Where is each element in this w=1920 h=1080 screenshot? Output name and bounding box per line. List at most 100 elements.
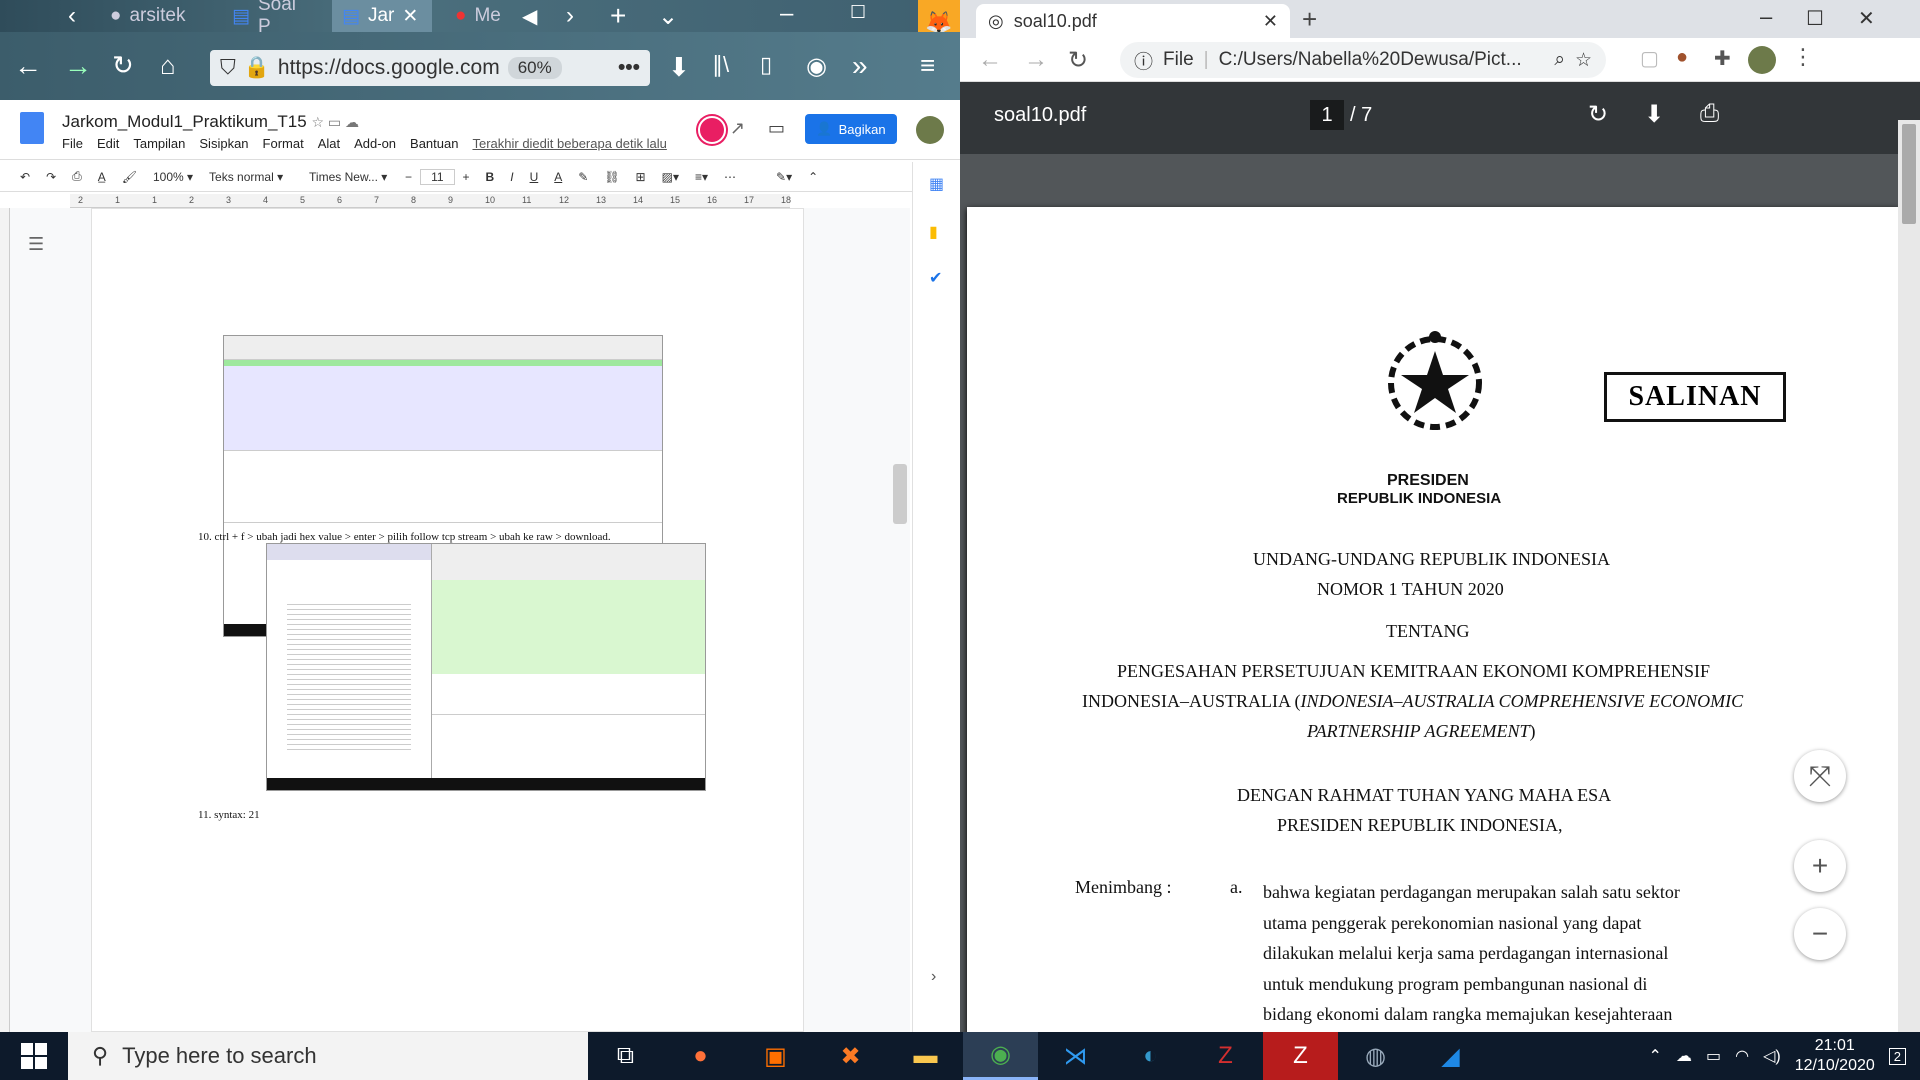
- font-select[interactable]: Times New... ▾: [301, 170, 397, 184]
- page-actions-icon[interactable]: •••: [618, 56, 640, 80]
- image-icon[interactable]: ▨▾: [654, 170, 687, 184]
- tasks-icon[interactable]: ✔: [929, 268, 942, 288]
- underline-icon[interactable]: U: [522, 170, 547, 184]
- comment-add-icon[interactable]: ⊞: [628, 170, 654, 184]
- menu-insert[interactable]: Sisipkan: [199, 136, 248, 151]
- back-icon[interactable]: ←: [978, 46, 1002, 74]
- maximize-icon[interactable]: ☐: [850, 2, 866, 23]
- share-button[interactable]: 👤 Bagikan: [805, 114, 897, 144]
- vscode-taskbar-icon[interactable]: ⋊: [1038, 1032, 1113, 1080]
- expand-panel-icon[interactable]: ›: [931, 968, 936, 986]
- new-tab-icon[interactable]: +: [610, 0, 626, 32]
- bookmark-star-icon[interactable]: ☆: [1575, 49, 1592, 72]
- omnibox[interactable]: ⓘ File | C:/Users/Nabella%20Dewusa/Pict.…: [1120, 42, 1606, 78]
- battery-icon[interactable]: ▭: [1706, 1046, 1721, 1066]
- docs-logo-icon[interactable]: [20, 112, 44, 144]
- user-avatar[interactable]: [916, 116, 944, 144]
- library-icon[interactable]: ∥\: [712, 52, 729, 78]
- doc-scrollbar[interactable]: [893, 464, 907, 524]
- undo-icon[interactable]: ↶: [0, 170, 38, 184]
- link-icon[interactable]: ⛓: [596, 170, 627, 184]
- zoom-select[interactable]: 100% ▾: [145, 170, 201, 184]
- list-tabs-icon[interactable]: ⌄: [658, 2, 678, 31]
- edge-taskbar-icon[interactable]: ◐: [1113, 1032, 1188, 1080]
- activity-icon[interactable]: ↗: [730, 118, 745, 139]
- wireshark-taskbar-icon[interactable]: ◢: [1413, 1032, 1488, 1080]
- comment-icon[interactable]: ▭: [768, 118, 785, 139]
- discord-taskbar-icon[interactable]: ◍: [1338, 1032, 1413, 1080]
- print-icon[interactable]: ⎙: [1700, 100, 1719, 128]
- redo-icon[interactable]: ↷: [38, 170, 64, 184]
- close-tab-icon[interactable]: ✕: [1263, 11, 1278, 32]
- profile-avatar[interactable]: [1748, 46, 1776, 74]
- fit-page-button[interactable]: ⤧: [1794, 750, 1846, 802]
- filezilla-server-taskbar-icon[interactable]: Z: [1188, 1032, 1263, 1080]
- minimize-icon[interactable]: –: [1760, 4, 1772, 30]
- outline-icon[interactable]: ☰: [28, 234, 44, 255]
- overflow-icon[interactable]: »: [852, 50, 868, 82]
- print-icon[interactable]: ⎙: [64, 169, 90, 184]
- text-color-icon[interactable]: A: [546, 170, 570, 184]
- close-tab-icon[interactable]: ✕: [402, 5, 418, 28]
- italic-icon[interactable]: I: [502, 170, 521, 184]
- tab-scroll-right-icon[interactable]: ›: [566, 2, 574, 30]
- spellcheck-icon[interactable]: A̲: [90, 170, 114, 184]
- notification-icon[interactable]: 2: [1888, 1047, 1906, 1065]
- back-icon[interactable]: ←: [14, 50, 42, 82]
- firefox-taskbar-icon[interactable]: ●: [663, 1032, 738, 1080]
- tab-scroll-left-icon[interactable]: ‹: [68, 2, 76, 30]
- clock[interactable]: 21:01 12/10/2020: [1795, 1036, 1875, 1076]
- font-size-field[interactable]: 11: [420, 168, 455, 185]
- calendar-icon[interactable]: ▦: [929, 174, 944, 194]
- show-hidden-icons-icon[interactable]: ⌃: [1649, 1046, 1662, 1066]
- zoom-out-button[interactable]: −: [1794, 908, 1846, 960]
- style-select[interactable]: Teks normal ▾: [201, 170, 301, 184]
- minimize-icon[interactable]: –: [780, 0, 793, 28]
- bold-icon[interactable]: B: [478, 170, 503, 184]
- store-taskbar-icon[interactable]: ▣: [738, 1032, 813, 1080]
- volume-icon[interactable]: ◁): [1763, 1046, 1781, 1066]
- cookie-icon[interactable]: ●: [1676, 46, 1688, 69]
- more-icon[interactable]: ⋯: [716, 170, 744, 184]
- wifi-icon[interactable]: ◠: [1735, 1046, 1749, 1066]
- pdf-scrollbar[interactable]: [1898, 120, 1920, 1032]
- zoom-in-button[interactable]: +: [1794, 840, 1846, 892]
- menu-view[interactable]: Tampilan: [133, 136, 185, 151]
- file-explorer-taskbar-icon[interactable]: ▬: [888, 1032, 963, 1080]
- last-edit-link[interactable]: Terakhir diedit beberapa detik lalu: [472, 136, 666, 151]
- filezilla-taskbar-icon[interactable]: Z: [1263, 1032, 1338, 1080]
- reload-icon[interactable]: ↻: [1068, 46, 1088, 75]
- rotate-icon[interactable]: ↻: [1588, 100, 1608, 129]
- reload-icon[interactable]: ↻: [112, 50, 134, 81]
- document-title[interactable]: Jarkom_Modul1_Praktikum_T15 ☆ ▭ ☁: [62, 112, 359, 132]
- collaborator-avatar[interactable]: [698, 116, 726, 144]
- download-icon[interactable]: ⬇: [1644, 100, 1664, 129]
- tab-github[interactable]: ● arsitek: [100, 0, 210, 32]
- chrome-taskbar-icon[interactable]: ◉: [963, 1032, 1038, 1080]
- speaker-icon[interactable]: ◀: [522, 4, 537, 29]
- menu-file[interactable]: File: [62, 136, 83, 151]
- tab-jarkom[interactable]: ▤ Jar ✕: [332, 0, 432, 32]
- editing-mode-icon[interactable]: ✎▾: [768, 170, 800, 184]
- start-button[interactable]: [0, 1032, 68, 1080]
- menu-tools[interactable]: Alat: [318, 136, 340, 151]
- menu-icon[interactable]: ≡: [920, 50, 935, 81]
- forward-icon[interactable]: →: [64, 50, 92, 82]
- address-bar[interactable]: ⛉ 🔒 https://docs.google.com 60% •••: [210, 50, 650, 86]
- page-number-input[interactable]: 1: [1310, 100, 1344, 130]
- zoom-indicator[interactable]: 60%: [507, 57, 562, 79]
- download-icon[interactable]: ⬇: [668, 52, 690, 83]
- zoom-icon[interactable]: ⌕: [1554, 49, 1565, 71]
- xampp-taskbar-icon[interactable]: ✖: [813, 1032, 888, 1080]
- menu-help[interactable]: Bantuan: [410, 136, 458, 151]
- chrome-menu-icon[interactable]: ⋮: [1792, 44, 1814, 70]
- decrease-size-icon[interactable]: −: [397, 170, 420, 184]
- task-view-icon[interactable]: ⧉: [588, 1032, 663, 1080]
- new-tab-icon[interactable]: +: [1302, 4, 1317, 35]
- tab-soal10[interactable]: ◎ soal10.pdf ✕: [976, 4, 1290, 38]
- star-icon[interactable]: ☆ ▭ ☁: [311, 114, 359, 130]
- account-icon[interactable]: ◉: [806, 52, 827, 81]
- menu-edit[interactable]: Edit: [97, 136, 119, 151]
- maximize-icon[interactable]: ☐: [1806, 6, 1824, 31]
- puzzle-icon[interactable]: ✚: [1714, 46, 1731, 71]
